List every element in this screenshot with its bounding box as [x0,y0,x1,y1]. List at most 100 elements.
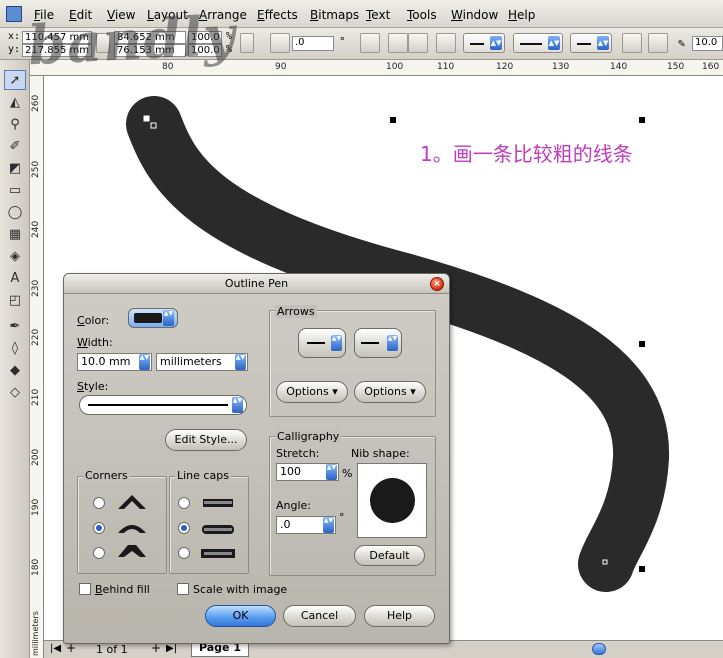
outline-width-field[interactable]: 10.0 [692,36,723,51]
cap-square-radio[interactable] [178,547,190,559]
style-dropdown[interactable]: ▲▼ [79,395,247,415]
nib-shape-preview[interactable] [357,463,427,538]
default-button[interactable]: Default [354,545,425,566]
angle-input[interactable]: .0 ▲▼ [276,516,336,534]
arrow-options-left-button[interactable]: Options ▾ [276,381,348,403]
nib-circle [370,478,415,523]
edit-style-button[interactable]: Edit Style... [165,429,247,451]
menu-bitmaps[interactable]: Bitmaps [310,8,359,22]
width-input[interactable]: 10.0 mm ▲▼ [77,353,152,371]
menu-window[interactable]: Window [451,8,498,22]
cap-butt-radio[interactable] [178,497,190,509]
menu-file[interactable]: File [34,8,54,22]
shape-tool-icon[interactable]: ◭ [4,92,26,112]
page-count: 1 of 1 [96,643,128,656]
stretch-input[interactable]: 100 ▲▼ [276,463,339,481]
angle-value: .0 [280,518,291,531]
ruler-unit-label: millimeters [31,611,40,656]
pick-tool-icon[interactable]: ➚ [4,70,26,90]
ruler-tick: 250 [31,160,41,178]
vertical-ruler: 260 250 240 230 220 210 200 190 180 mill… [30,76,44,658]
zoom-tool-icon[interactable]: ⚲ [4,114,26,134]
menu-layout[interactable]: Layout [147,8,188,22]
arrow-options-right-button[interactable]: Options ▾ [354,381,426,403]
menu-arrange[interactable]: Arrange [199,8,247,22]
scrollbar-thumb[interactable] [592,643,606,655]
ellipse-tool-icon[interactable]: ◯ [4,202,26,222]
last-page-icon[interactable]: ▶| [166,643,177,654]
start-arrow-dropdown[interactable]: ▲▼ [463,33,505,53]
ruler-tick: 100 [386,62,404,72]
arrows-title: Arrows [275,305,317,318]
cancel-button[interactable]: Cancel [283,605,356,627]
height-field[interactable]: 76.153 mm [114,44,186,57]
end-arrow-selector[interactable]: ▲▼ [354,328,402,358]
line-caps-group: Line caps [169,469,249,574]
menu-view[interactable]: View [107,8,135,22]
menu-tools[interactable]: Tools [407,8,437,22]
node-marker[interactable] [143,115,150,122]
behind-fill-checkbox[interactable] [79,583,91,595]
curve-icon[interactable] [408,33,428,53]
selection-handle[interactable] [390,117,396,123]
menu-bar: File Edit View Layout Arrange Effects Bi… [0,0,723,28]
lock-ratio-icon[interactable] [240,33,254,53]
selection-handle[interactable] [639,117,645,123]
menu-edit[interactable]: Edit [69,8,92,22]
scale-y-field[interactable]: 100.0 [188,44,222,57]
basic-shapes-tool-icon[interactable]: ◈ [4,246,26,266]
menu-text[interactable]: Text [366,8,390,22]
app-icon[interactable] [6,6,22,22]
text-wrap-icon[interactable] [648,33,668,53]
menu-help[interactable]: Help [508,8,535,22]
menu-effects[interactable]: Effects [257,8,298,22]
first-page-icon[interactable]: |◀ [50,643,61,654]
node-icon[interactable] [388,33,408,53]
options-left-label: Options [286,385,329,398]
width-field[interactable]: 84.652 mm [114,31,186,44]
close-icon[interactable]: × [430,277,444,291]
corner-round-radio[interactable] [93,522,105,534]
text-tool-icon[interactable]: A [4,268,26,288]
ok-button[interactable]: OK [205,605,276,627]
rectangle-tool-icon[interactable]: ▭ [4,180,26,200]
freehand-tool-icon[interactable]: ✐ [4,136,26,156]
interactive-tool-icon[interactable]: ◰ [4,290,26,310]
corner-miter-radio[interactable] [93,497,105,509]
scale-y-unit: % [226,44,233,55]
dialog-titlebar[interactable]: Outline Pen × [64,274,449,294]
y-position-field[interactable]: 217.855 mm [22,44,92,57]
color-picker[interactable]: ▲▼ [128,308,178,328]
wrap-icon[interactable] [436,33,456,53]
corner-preview-icons [118,495,146,557]
outline-tool-icon[interactable]: ◊ [4,338,26,358]
fill-tool-icon[interactable]: ◆ [4,360,26,380]
help-button[interactable]: Help [364,605,435,627]
units-value: millimeters [160,355,222,368]
cap-round-radio[interactable] [178,522,190,534]
line-style-dropdown[interactable]: ▲▼ [513,33,563,53]
x-position-field[interactable]: 110.457 mm [22,31,92,44]
angle-spinner[interactable]: ▲▼ [323,517,334,533]
end-arrow-dropdown[interactable]: ▲▼ [570,33,612,53]
interactive-fill-tool-icon[interactable]: ◇ [4,382,26,402]
stretch-spinner[interactable]: ▲▼ [326,464,337,480]
outline-pen-icon[interactable] [622,33,642,53]
width-spinner[interactable]: ▲▼ [139,354,150,370]
start-arrow-selector[interactable]: ▲▼ [298,328,346,358]
smart-fill-tool-icon[interactable]: ◩ [4,158,26,178]
selection-handle[interactable] [639,566,645,572]
scale-with-image-checkbox[interactable] [177,583,189,595]
corner-bevel-radio[interactable] [93,547,105,559]
selection-handle[interactable] [639,341,645,347]
polygon-tool-icon[interactable]: ▦ [4,224,26,244]
size-lock-icon [96,33,110,53]
scale-x-field[interactable]: 100.0 [188,31,222,44]
eyedropper-tool-icon[interactable]: ✒ [4,316,26,336]
units-dropdown-arrow[interactable]: ▲▼ [235,354,246,370]
calligraphy-group: Calligraphy Stretch: 100 ▲▼ % Nib shape:… [269,430,436,576]
units-select[interactable]: millimeters ▲▼ [156,353,248,371]
rotation-field[interactable]: .0 [292,36,334,51]
mirror-icon[interactable] [360,33,380,53]
color-swatch [134,313,162,323]
